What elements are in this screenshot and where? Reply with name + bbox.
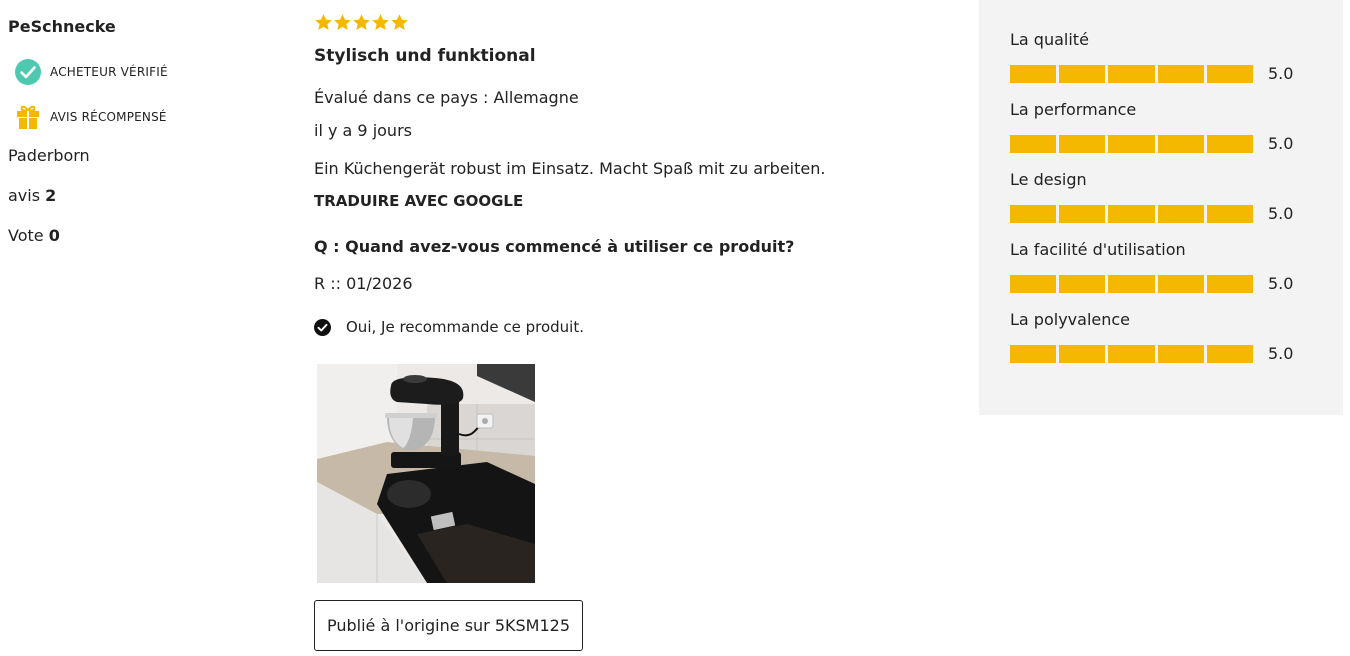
rewarded-review-label: AVIS RÉCOMPENSÉ bbox=[50, 110, 167, 124]
rating-bar-segment bbox=[1206, 344, 1253, 363]
rating-bar-segment bbox=[1010, 134, 1057, 153]
rating-value: 5.0 bbox=[1268, 274, 1294, 293]
rating-bar-row: 5.0 bbox=[1010, 344, 1293, 363]
rating-item: Le design 5.0 bbox=[1010, 170, 1293, 223]
gift-icon bbox=[14, 103, 42, 131]
rating-value: 5.0 bbox=[1268, 64, 1294, 83]
rating-bar-segment bbox=[1059, 344, 1106, 363]
star-icon bbox=[391, 14, 408, 31]
rating-bar-row: 5.0 bbox=[1010, 134, 1293, 153]
star-icon bbox=[334, 14, 351, 31]
rating-bar-row: 5.0 bbox=[1010, 64, 1293, 83]
rating-item: La performance 5.0 bbox=[1010, 100, 1293, 153]
recommendation-text: Oui, Je recommande ce produit. bbox=[346, 318, 584, 336]
rating-bar-row: 5.0 bbox=[1010, 204, 1293, 223]
review-title: Stylisch und funktional bbox=[314, 46, 536, 66]
rating-value: 5.0 bbox=[1268, 134, 1294, 153]
rating-bar-segment bbox=[1157, 344, 1204, 363]
rating-bar-segment bbox=[1010, 204, 1057, 223]
verified-buyer-label: ACHETEUR VÉRIFIÉ bbox=[50, 65, 168, 79]
rating-bar-segment bbox=[1059, 64, 1106, 83]
rating-bar bbox=[1010, 344, 1253, 363]
check-circle-icon bbox=[14, 58, 42, 86]
rating-bar-segment bbox=[1157, 274, 1204, 293]
star-icon bbox=[315, 14, 332, 31]
star-rating bbox=[314, 13, 409, 32]
rating-bar-segment bbox=[1206, 274, 1253, 293]
rating-bar-segment bbox=[1059, 204, 1106, 223]
rating-item: La qualité 5.0 bbox=[1010, 30, 1293, 83]
rating-item: La polyvalence 5.0 bbox=[1010, 310, 1293, 363]
translate-link[interactable]: TRADUIRE AVEC GOOGLE bbox=[314, 192, 523, 210]
votes-count: 0 bbox=[48, 226, 60, 245]
rating-bar-segment bbox=[1010, 64, 1057, 83]
origin-product-button[interactable]: Publié à l'origine sur 5KSM125 bbox=[314, 600, 583, 651]
rating-label: La polyvalence bbox=[1010, 310, 1131, 329]
reviews-count: 2 bbox=[45, 186, 57, 205]
rating-bar bbox=[1010, 204, 1253, 223]
rating-bar-segment bbox=[1108, 134, 1155, 153]
author-reviews: avis 2 bbox=[8, 186, 56, 205]
rating-bar-segment bbox=[1157, 64, 1204, 83]
rating-value: 5.0 bbox=[1268, 344, 1294, 363]
rating-bar-segment bbox=[1059, 134, 1106, 153]
rating-bar bbox=[1010, 64, 1253, 83]
rating-bar-segment bbox=[1206, 64, 1253, 83]
votes-label: Vote bbox=[8, 226, 44, 245]
star-icon bbox=[353, 14, 370, 31]
rating-bar-segment bbox=[1108, 64, 1155, 83]
rating-bar bbox=[1010, 274, 1253, 293]
rating-bar-segment bbox=[1108, 274, 1155, 293]
author-votes: Vote 0 bbox=[8, 226, 60, 245]
rewarded-review-badge: AVIS RÉCOMPENSÉ bbox=[14, 103, 167, 131]
rating-bar-segment bbox=[1010, 274, 1057, 293]
rating-bar-segment bbox=[1059, 274, 1106, 293]
rating-bar-segment bbox=[1010, 344, 1057, 363]
rating-bar-segment bbox=[1157, 134, 1204, 153]
rating-bar-segment bbox=[1206, 204, 1253, 223]
review-photo[interactable] bbox=[317, 364, 535, 583]
rating-bar-segment bbox=[1108, 204, 1155, 223]
reviews-label: avis bbox=[8, 186, 41, 205]
rating-bar-row: 5.0 bbox=[1010, 274, 1293, 293]
rating-label: La performance bbox=[1010, 100, 1137, 119]
rating-label: Le design bbox=[1010, 170, 1087, 189]
rating-label: La facilité d'utilisation bbox=[1010, 240, 1186, 259]
check-circle-icon bbox=[314, 318, 331, 336]
review-country: Évalué dans ce pays : Allemagne bbox=[314, 88, 579, 107]
ratings-panel: La qualité 5.0 La performance 5.0 Le design 5… bbox=[979, 0, 1343, 415]
recommendation: Oui, Je recommande ce produit. bbox=[314, 318, 584, 336]
rating-bar-segment bbox=[1206, 134, 1253, 153]
review-question: Q : Quand avez-vous commencé à utiliser … bbox=[314, 237, 795, 256]
star-icon bbox=[372, 14, 389, 31]
author-location: Paderborn bbox=[8, 146, 90, 165]
rating-bar bbox=[1010, 134, 1253, 153]
rating-label: La qualité bbox=[1010, 30, 1089, 49]
review-answer: R :: 01/2026 bbox=[314, 274, 413, 293]
rating-value: 5.0 bbox=[1268, 204, 1294, 223]
review-age: il y a 9 jours bbox=[314, 121, 412, 140]
author-name: PeSchnecke bbox=[8, 17, 116, 36]
rating-bar-segment bbox=[1108, 344, 1155, 363]
rating-item: La facilité d'utilisation 5.0 bbox=[1010, 240, 1293, 293]
rating-bar-segment bbox=[1157, 204, 1204, 223]
review-text: Ein Küchengerät robust im Einsatz. Macht… bbox=[314, 159, 826, 178]
verified-buyer-badge: ACHETEUR VÉRIFIÉ bbox=[14, 58, 168, 86]
